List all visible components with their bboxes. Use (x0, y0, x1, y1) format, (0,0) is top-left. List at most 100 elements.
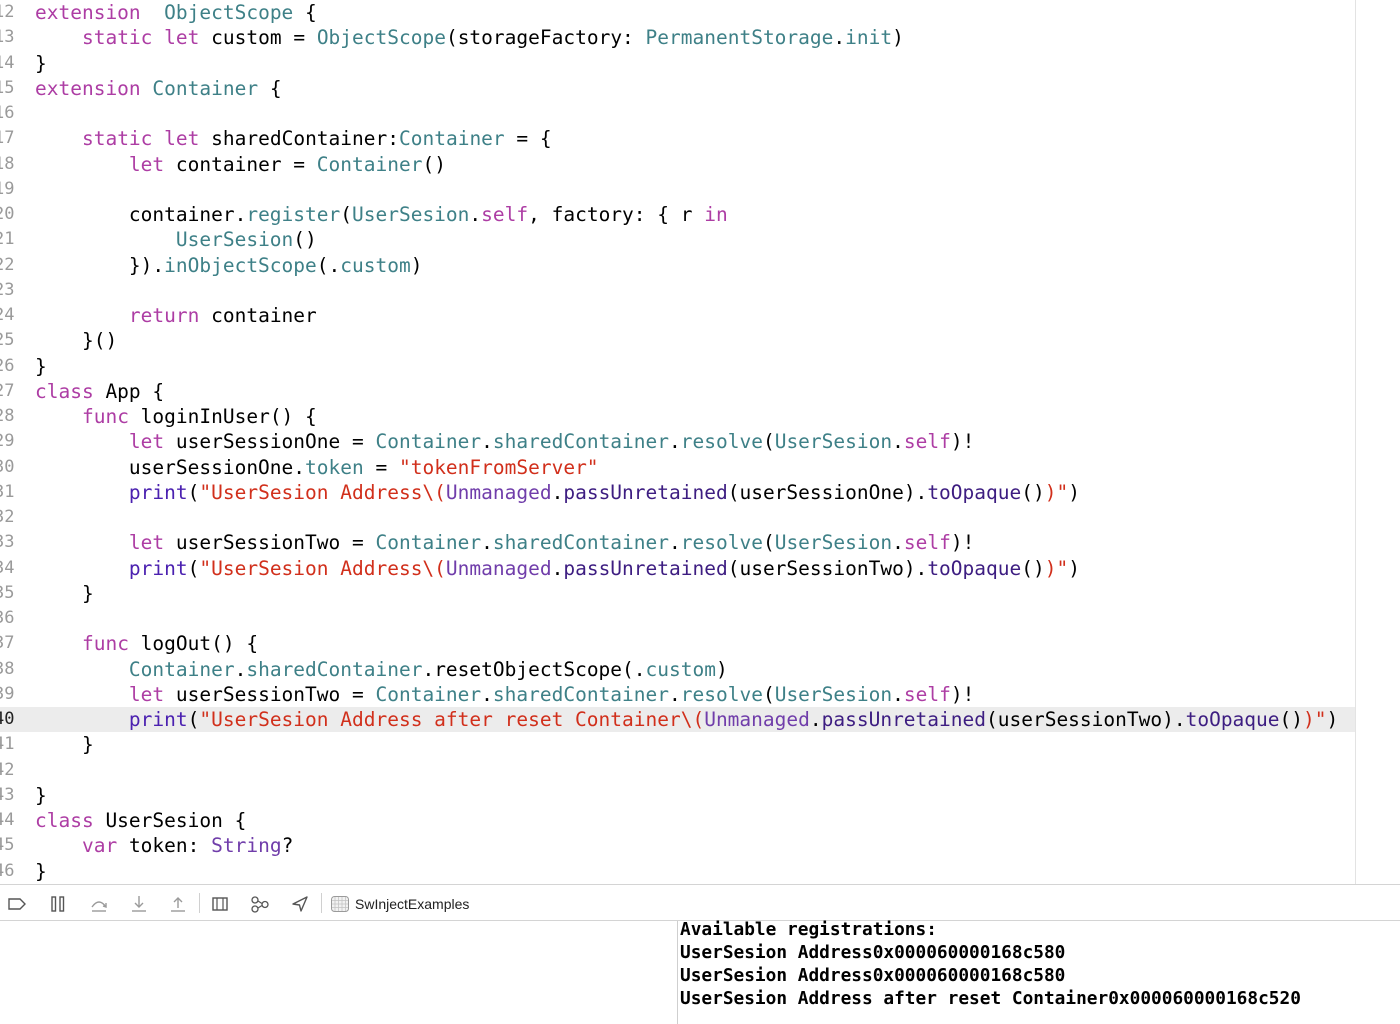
code-line[interactable]: 39 let userSessionTwo = Container.shared… (0, 682, 1355, 707)
code-line[interactable]: 41 } (0, 732, 1355, 757)
code-token: . (481, 531, 493, 555)
console-output[interactable]: Available registrations: UserSesion Addr… (680, 918, 1395, 1024)
code-token: ? (281, 834, 294, 858)
code-line[interactable]: 19 (0, 177, 1355, 202)
code-token: ) (892, 26, 904, 50)
code-token: print (128, 708, 188, 731)
code-token: passUnretained (563, 480, 728, 504)
line-number: 20 (0, 204, 15, 224)
code-token: extension (35, 1, 141, 24)
line-number: 19 (0, 178, 15, 199)
code-line[interactable]: 30 userSessionOne.token = "tokenFromServ… (0, 455, 1355, 480)
code-token: )! (950, 430, 975, 454)
code-token: Unmanaged (445, 556, 552, 580)
console-divider[interactable] (677, 921, 678, 1024)
code-line[interactable]: 37 func logOut() { (0, 631, 1355, 656)
code-text: UserSesion() (35, 227, 317, 252)
breakpoints-toggle-icon[interactable] (6, 893, 28, 915)
code-token: "UserSesion Address\( (199, 480, 446, 504)
code-text: static let custom = ObjectScope(storageF… (35, 25, 904, 50)
code-line[interactable]: 17 static let sharedContainer:Container … (0, 126, 1355, 151)
code-text: var token: String? (35, 833, 293, 858)
code-line[interactable]: 45 var token: String? (0, 833, 1355, 858)
code-line[interactable]: 15 extension Container { (0, 76, 1355, 101)
code-line[interactable]: 23 (0, 278, 1355, 303)
line-number: 28 (0, 406, 15, 426)
code-text: func loginInUser() { (35, 404, 317, 429)
line-number: 25 (0, 330, 15, 351)
code-line[interactable]: 13 static let custom = ObjectScope(stora… (0, 25, 1355, 50)
code-line[interactable]: 22 }).inObjectScope(.custom) (0, 253, 1355, 278)
code-line[interactable]: 29 let userSessionOne = Container.shared… (0, 429, 1355, 454)
code-text: static let sharedContainer:Container = { (35, 126, 552, 151)
code-token: (storageFactory: (445, 26, 646, 50)
code-token: passUnretained (563, 556, 728, 580)
line-number: 33 (0, 532, 15, 553)
code-token: . (669, 430, 681, 454)
code-token: (. (316, 253, 341, 277)
console-line: UserSesion Address0x000060000168c580 (680, 942, 1066, 963)
code-text: print("UserSesion Address after reset Co… (35, 707, 1338, 732)
code-line[interactable]: 21 UserSesion() (0, 227, 1355, 252)
code-line[interactable]: 43} (0, 783, 1355, 808)
code-line[interactable]: 40 print("UserSesion Address after reset… (0, 707, 1355, 732)
step-over-icon[interactable] (88, 893, 110, 915)
code-text: class UserSesion { (35, 808, 246, 833)
code-line[interactable]: 28 func loginInUser() { (0, 404, 1355, 429)
code-token: sharedContainer: (199, 127, 399, 151)
simulate-location-icon[interactable] (289, 893, 311, 915)
line-number: 35 (0, 582, 15, 603)
code-token: custom = (199, 26, 317, 50)
code-line[interactable]: 24 return container (0, 303, 1355, 328)
code-line[interactable]: 27 class App { (0, 379, 1355, 404)
code-text: } (35, 354, 47, 379)
code-line[interactable]: 36 (0, 606, 1355, 631)
code-line[interactable]: 26} (0, 354, 1355, 379)
step-out-icon[interactable] (167, 893, 189, 915)
memory-graph-icon[interactable] (249, 893, 271, 915)
code-token: ( (187, 708, 200, 731)
pause-icon[interactable] (47, 893, 69, 915)
code-line[interactable]: 46} (0, 859, 1355, 884)
code-text: func logOut() { (35, 631, 258, 656)
code-line[interactable]: 18 let container = Container() (0, 152, 1355, 177)
code-line[interactable]: 44 class UserSesion { (0, 808, 1355, 833)
code-token: class (35, 379, 94, 403)
code-line[interactable]: 31 print("UserSesion Address\(Unmanaged.… (0, 480, 1355, 505)
line-number: 43 (0, 784, 15, 805)
code-line[interactable]: 42 (0, 758, 1355, 783)
code-line[interactable]: 20 container.register(UserSesion.self, f… (0, 202, 1355, 227)
line-number: 46 (0, 860, 15, 881)
line-number: 24 (0, 305, 15, 325)
line-number: 14 (0, 52, 15, 73)
code-token: static (81, 127, 153, 151)
code-line[interactable]: 16 (0, 101, 1355, 126)
console-line: UserSesion Address after reset Container… (680, 988, 1301, 1009)
code-line[interactable]: 33 let userSessionTwo = Container.shared… (0, 530, 1355, 555)
code-line[interactable]: 34 print("UserSesion Address\(Unmanaged.… (0, 556, 1355, 581)
code-line[interactable]: 12 extension ObjectScope { (0, 0, 1355, 25)
code-token: return (128, 304, 200, 327)
code-text: print("UserSesion Address\(Unmanaged.pas… (35, 480, 1080, 505)
view-debugger-icon[interactable] (209, 893, 231, 915)
code-token: sharedContainer (246, 657, 423, 681)
step-into-icon[interactable] (128, 893, 150, 915)
code-editor[interactable]: 12extension ObjectScope {13 static let c… (0, 0, 1400, 884)
code-token: . (481, 682, 493, 706)
debug-target-name[interactable]: SwInjectExamples (355, 895, 469, 913)
code-token: . (551, 480, 564, 504)
code-text: class App { (35, 379, 164, 404)
code-line[interactable]: 14} (0, 51, 1355, 76)
code-line[interactable]: 25 }() (0, 328, 1355, 353)
code-text: container.register(UserSesion.self, fact… (35, 202, 728, 227)
code-line[interactable]: 32 (0, 505, 1355, 530)
line-number: 12 (0, 2, 15, 22)
code-token: toOpaque (927, 556, 1022, 580)
code-line[interactable]: 38 Container.sharedContainer.resetObject… (0, 657, 1355, 682)
code-token: "UserSesion Address\( (199, 556, 446, 580)
code-line[interactable]: 35 } (0, 581, 1355, 606)
code-token: . (892, 430, 904, 454)
